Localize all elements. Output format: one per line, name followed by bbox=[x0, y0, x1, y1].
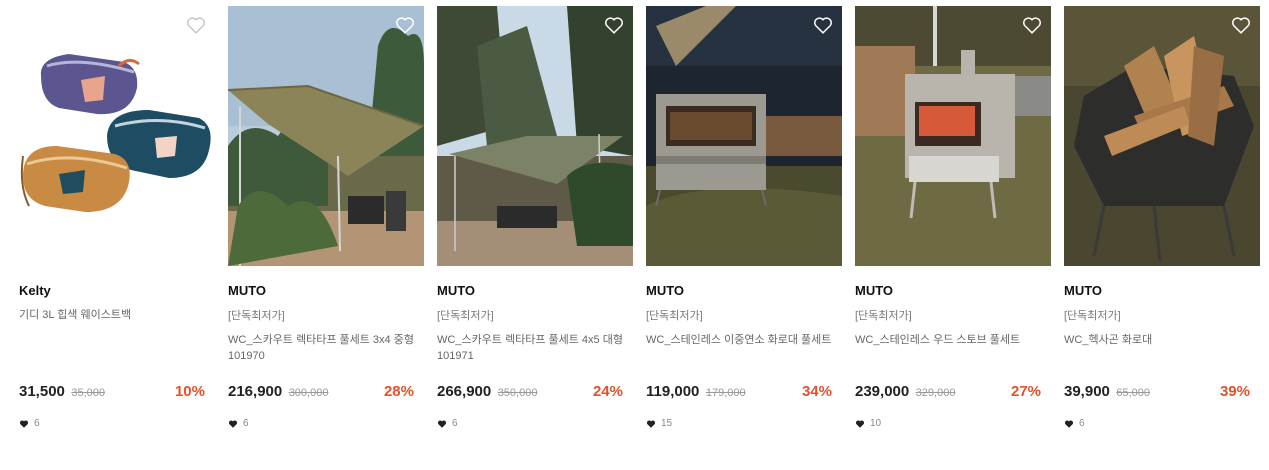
price-row: 239,000 329,000 27% bbox=[855, 383, 1041, 403]
original-price: 35,000 bbox=[71, 387, 105, 399]
discount-rate: 24% bbox=[592, 383, 623, 400]
product-card[interactable]: Kelty 기디 3L 힙색 웨이스트백 31,500 35,000 10% 6 bbox=[19, 6, 215, 446]
original-price: 179,000 bbox=[705, 387, 746, 399]
likes-count: 15 bbox=[646, 418, 672, 429]
brand-name[interactable]: MUTO bbox=[1064, 283, 1102, 298]
brand-name[interactable]: MUTO bbox=[437, 283, 475, 298]
likes-count: 6 bbox=[1064, 418, 1085, 429]
wishlist-heart-icon[interactable] bbox=[185, 14, 207, 36]
product-image[interactable] bbox=[19, 6, 215, 266]
product-image[interactable] bbox=[437, 6, 633, 266]
price-row: 31,500 35,000 10% bbox=[19, 383, 205, 403]
product-name[interactable]: WC_헥사곤 화로대 bbox=[1064, 332, 1250, 348]
likes-count: 6 bbox=[19, 418, 40, 429]
original-price: 329,000 bbox=[915, 387, 956, 399]
likes-value: 6 bbox=[243, 418, 249, 429]
product-photo-wood-stove bbox=[855, 6, 1051, 266]
heart-filled-icon bbox=[437, 419, 447, 428]
sale-price: 39,900 bbox=[1064, 383, 1110, 400]
price-row: 39,900 65,000 39% bbox=[1064, 383, 1250, 403]
heart-filled-icon bbox=[19, 419, 29, 428]
likes-value: 6 bbox=[452, 418, 458, 429]
product-name[interactable]: WC_스테인레스 우드 스토브 풀세트 bbox=[855, 332, 1041, 348]
product-card[interactable]: MUTO [단독최저가] WC_스카우트 렉타타프 풀세트 3x4 중형 101… bbox=[228, 6, 424, 446]
promo-tag: [단독최저가] bbox=[646, 310, 703, 322]
original-price: 65,000 bbox=[1116, 387, 1150, 399]
product-photo-waist-bags bbox=[19, 6, 215, 266]
wishlist-heart-icon[interactable] bbox=[812, 14, 834, 36]
price-row: 119,000 179,000 34% bbox=[646, 383, 832, 403]
product-card[interactable]: MUTO [단독최저가] WC_헥사곤 화로대 39,900 65,000 39… bbox=[1064, 6, 1260, 446]
brand-name[interactable]: MUTO bbox=[855, 283, 893, 298]
brand-name[interactable]: MUTO bbox=[646, 283, 684, 298]
product-name[interactable]: WC_스카우트 렉타타프 풀세트 4x5 대형 101971 bbox=[437, 332, 623, 364]
sale-price: 266,900 bbox=[437, 383, 492, 400]
likes-count: 6 bbox=[228, 418, 249, 429]
heart-filled-icon bbox=[228, 419, 238, 428]
product-photo-tarp-3x4 bbox=[228, 6, 424, 266]
likes-count: 6 bbox=[437, 418, 458, 429]
product-card[interactable]: MUTO [단독최저가] WC_스카우트 렉타타프 풀세트 4x5 대형 101… bbox=[437, 6, 633, 446]
product-name[interactable]: WC_스카우트 렉타타프 풀세트 3x4 중형 101970 bbox=[228, 332, 414, 364]
product-photo-double-burner bbox=[646, 6, 842, 266]
sale-price: 31,500 bbox=[19, 383, 65, 400]
heart-filled-icon bbox=[855, 419, 865, 428]
original-price: 300,000 bbox=[288, 387, 329, 399]
product-image[interactable] bbox=[1064, 6, 1260, 266]
wishlist-heart-icon[interactable] bbox=[603, 14, 625, 36]
price-row: 216,900 300,000 28% bbox=[228, 383, 414, 403]
likes-value: 10 bbox=[870, 418, 882, 429]
product-card[interactable]: MUTO [단독최저가] WC_스테인레스 우드 스토브 풀세트 239,000… bbox=[855, 6, 1051, 446]
heart-filled-icon bbox=[1064, 419, 1074, 428]
likes-value: 6 bbox=[34, 418, 40, 429]
product-image[interactable] bbox=[228, 6, 424, 266]
wishlist-heart-icon[interactable] bbox=[1021, 14, 1043, 36]
wishlist-heart-icon[interactable] bbox=[1230, 14, 1252, 36]
likes-count: 10 bbox=[855, 418, 881, 429]
product-photo-hexagon-fire-pit bbox=[1064, 6, 1260, 266]
sale-price: 216,900 bbox=[228, 383, 283, 400]
wishlist-heart-icon[interactable] bbox=[394, 14, 416, 36]
promo-tag: [단독최저가] bbox=[1064, 310, 1121, 322]
discount-rate: 28% bbox=[383, 383, 414, 400]
discount-rate: 34% bbox=[801, 383, 832, 400]
product-image[interactable] bbox=[855, 6, 1051, 266]
product-card[interactable]: MUTO [단독최저가] WC_스테인레스 이중연소 화로대 풀세트 119,0… bbox=[646, 6, 842, 446]
discount-rate: 10% bbox=[174, 383, 205, 400]
product-image[interactable] bbox=[646, 6, 842, 266]
original-price: 350,000 bbox=[497, 387, 538, 399]
likes-value: 15 bbox=[661, 418, 673, 429]
heart-filled-icon bbox=[646, 419, 656, 428]
promo-tag: [단독최저가] bbox=[855, 310, 912, 322]
product-name[interactable]: 기디 3L 힙색 웨이스트백 bbox=[19, 307, 205, 323]
brand-name[interactable]: MUTO bbox=[228, 283, 266, 298]
sale-price: 239,000 bbox=[855, 383, 910, 400]
product-photo-tarp-4x5 bbox=[437, 6, 633, 266]
promo-tag: [단독최저가] bbox=[228, 310, 285, 322]
discount-rate: 39% bbox=[1219, 383, 1250, 400]
likes-value: 6 bbox=[1079, 418, 1085, 429]
product-grid: Kelty 기디 3L 힙색 웨이스트백 31,500 35,000 10% 6 bbox=[0, 0, 1269, 470]
discount-rate: 27% bbox=[1010, 383, 1041, 400]
promo-tag: [단독최저가] bbox=[437, 310, 494, 322]
sale-price: 119,000 bbox=[646, 383, 700, 400]
brand-name[interactable]: Kelty bbox=[19, 283, 51, 298]
product-name[interactable]: WC_스테인레스 이중연소 화로대 풀세트 bbox=[646, 332, 832, 348]
price-row: 266,900 350,000 24% bbox=[437, 383, 623, 403]
